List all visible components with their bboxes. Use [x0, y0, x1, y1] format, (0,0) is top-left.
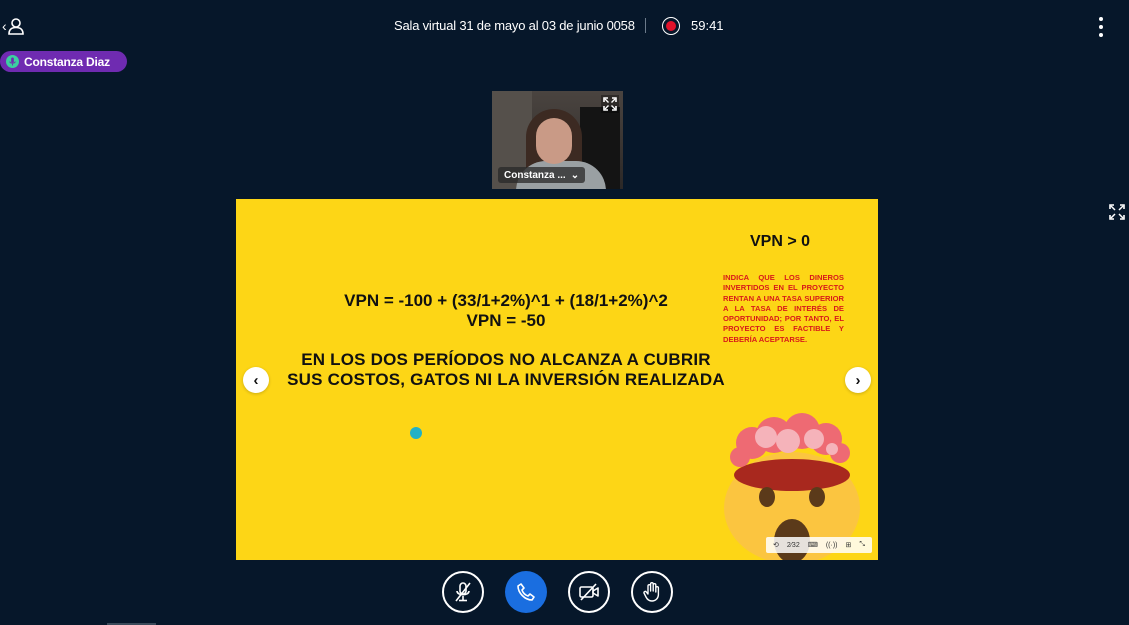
vpn-heading: VPN > 0 [749, 233, 811, 250]
kebab-dot [1099, 33, 1103, 37]
webcam-person [536, 118, 572, 164]
phone-icon [517, 583, 535, 601]
user-icon [7, 18, 24, 35]
slide-formula: VPN = -100 + (33/1+2%)^1 + (18/1+2%)^2 V… [296, 291, 716, 331]
presenter-pointer [410, 427, 422, 439]
keyboard-icon[interactable]: ⌨ [808, 541, 818, 549]
rotate-icon[interactable]: ⟲ [773, 541, 779, 549]
slide-statement: EN LOS DOS PERÍODOS NO ALCANZA A CUBRIR … [287, 350, 725, 389]
mute-button[interactable] [442, 571, 484, 613]
slide-toolbar: ⟲ 2⁄32 ⌨ ((·)) ⊞ ⤡ [766, 537, 872, 553]
next-slide-button[interactable]: › [845, 367, 871, 393]
recording-timer: 59:41 [691, 18, 724, 33]
shrink-icon[interactable]: ⤡ [859, 541, 865, 549]
grid-icon[interactable]: ⊞ [846, 541, 852, 549]
kebab-dot [1099, 25, 1103, 29]
leave-audio-button[interactable] [505, 571, 547, 613]
raise-hand-button[interactable] [631, 571, 673, 613]
vpn-note: INDICA QUE LOS DINEROS INVERTIDOS EN EL … [723, 273, 844, 344]
previous-slide-button[interactable]: ‹ [243, 367, 269, 393]
back-user-button[interactable]: ‹ [2, 15, 28, 37]
video-button[interactable] [568, 571, 610, 613]
fullscreen-icon[interactable] [1108, 203, 1126, 221]
chevron-left-icon: ‹ [2, 18, 7, 34]
recording-button[interactable] [662, 17, 680, 35]
webcam-user-dropdown[interactable]: Constanza ... ⌄ [498, 167, 586, 183]
expand-icon[interactable] [601, 95, 619, 113]
formula-line: VPN = -100 + (33/1+2%)^1 + (18/1+2%)^2 [344, 291, 668, 310]
broadcast-icon[interactable]: ((·)) [826, 542, 838, 549]
presentation-slide: VPN = -100 + (33/1+2%)^1 + (18/1+2%)^2 V… [236, 199, 878, 560]
talking-indicator: Constanza Diaz [0, 51, 127, 72]
formula-line: VPN = -50 [466, 311, 546, 330]
speaker-name: Constanza Diaz [24, 54, 110, 69]
kebab-dot [1099, 17, 1103, 21]
webcam-tile[interactable]: Constanza ... ⌄ [492, 91, 623, 189]
microphone-muted-icon [455, 582, 471, 602]
video-off-icon [579, 583, 599, 601]
options-menu-button[interactable] [1094, 17, 1108, 37]
record-icon [666, 21, 676, 31]
divider [645, 18, 646, 33]
raise-hand-icon [643, 582, 660, 602]
microphone-icon [6, 55, 19, 68]
page-counter: 2⁄32 [786, 541, 800, 549]
chevron-down-icon: ⌄ [570, 169, 580, 181]
webcam-user-label: Constanza ... [504, 169, 566, 181]
room-title: Sala virtual 31 de mayo al 03 de junio 0… [394, 18, 635, 33]
top-bar: ‹ Sala virtual 31 de mayo al 03 de junio… [0, 0, 1129, 52]
